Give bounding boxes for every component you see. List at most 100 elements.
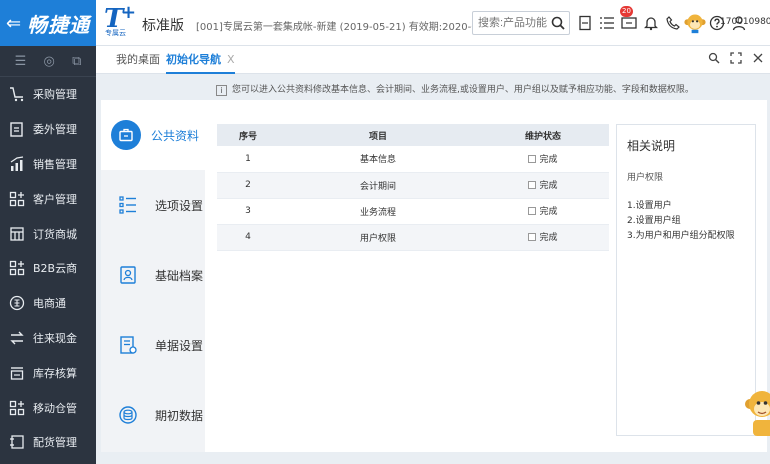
sidebar-item-b2b[interactable]: B2B云商: [0, 251, 96, 286]
notes-subtitle: 用户权限: [627, 173, 664, 183]
nav-opening-data[interactable]: 期初数据: [101, 380, 205, 450]
column-header-status: 维护状态: [477, 124, 609, 146]
status-label: 完成: [539, 207, 558, 218]
status-label: 完成: [539, 155, 558, 165]
briefcase-icon: [111, 120, 141, 150]
setup-table: 序号 项目 维护状态 1 基本信息 完成 2 会计期间 完成 3 业务流程 完成: [217, 124, 609, 251]
bell-icon[interactable]: [640, 12, 662, 34]
search-menu-icon[interactable]: ◎: [44, 54, 55, 69]
brand-name: 畅捷通: [27, 12, 91, 37]
sidebar-item-label: 移动仓管: [33, 401, 77, 415]
row-item-link[interactable]: 基本信息: [279, 146, 477, 173]
assistant-mascot-icon[interactable]: [744, 390, 770, 440]
status-label: 完成: [539, 233, 558, 244]
row-no: 4: [217, 224, 279, 251]
message-icon[interactable]: 20: [618, 6, 640, 34]
status-label: 完成: [539, 181, 558, 192]
status-checkbox[interactable]: [528, 232, 537, 241]
tab-my-desktop[interactable]: 我的桌面: [116, 46, 160, 74]
column-header-item: 项目: [279, 124, 477, 146]
grid-plus-icon: [8, 190, 26, 208]
list-settings-icon: [115, 192, 141, 218]
monkey-assistant-icon[interactable]: [684, 12, 706, 34]
nav-label: 选项设置: [155, 198, 204, 213]
column-header-no: 序号: [217, 124, 279, 146]
related-notes-panel: 相关说明 用户权限 1.设置用户 2.设置用户组 3.为用户和用户组分配权限: [616, 124, 756, 436]
sidebar-item-label: 电商通: [33, 297, 66, 311]
menu-toggle-icon[interactable]: ☰: [15, 54, 27, 69]
notes-line: 1.设置用户: [627, 201, 672, 211]
sidebar-item-customer[interactable]: 客户管理: [0, 181, 96, 216]
phone-icon[interactable]: [662, 12, 684, 34]
fullscreen-icon[interactable]: [730, 52, 742, 67]
checklist-icon[interactable]: [596, 12, 618, 34]
user-phone[interactable]: 17001098058: [720, 17, 770, 27]
row-no: 3: [217, 198, 279, 225]
notes-title: 相关说明: [627, 139, 676, 153]
sidebar-item-distribution[interactable]: 配货管理: [0, 425, 96, 460]
row-no: 1: [217, 146, 279, 173]
sidebar-item-ecommerce[interactable]: 电商通: [0, 286, 96, 321]
sidebar-item-inventory[interactable]: 库存核算: [0, 355, 96, 390]
document-icon[interactable]: [574, 12, 596, 34]
row-item-link[interactable]: 用户权限: [279, 224, 477, 251]
back-icon[interactable]: ⇐: [6, 13, 21, 34]
tab-close-icon[interactable]: X: [227, 53, 235, 66]
brand-bar[interactable]: ⇐ 畅捷通: [0, 0, 96, 46]
row-item-link[interactable]: 会计期间: [279, 172, 477, 199]
nav-base-archive[interactable]: 基础档案: [101, 240, 205, 310]
row-no: 2: [217, 172, 279, 199]
sidebar-tools: ☰ ◎ ⧉: [0, 46, 96, 77]
table-row[interactable]: 2 会计期间 完成: [217, 172, 609, 199]
top-header: ⇐ 畅捷通 T + 专属云 标准版 [001]专属云第一套集成帐-新建 (201…: [0, 0, 770, 46]
exchange-icon: [8, 329, 26, 347]
row-status: 完成: [477, 146, 609, 173]
info-hint: i 您可以进入公共资料修改基本信息、会计期间、业务流程,或设置用户、用户组以及赋予…: [216, 82, 694, 96]
info-text: 您可以进入公共资料修改基本信息、会计期间、业务流程,或设置用户、用户组以及赋予相…: [232, 85, 694, 95]
search-box[interactable]: [472, 11, 570, 35]
table-row[interactable]: 1 基本信息 完成: [217, 146, 609, 173]
product-logo: T + 专属云: [104, 2, 138, 38]
nav-label: 基础档案: [155, 268, 204, 283]
table-row[interactable]: 3 业务流程 完成: [217, 198, 609, 225]
sidebar-item-mobile-warehouse[interactable]: 移动仓管: [0, 390, 96, 425]
status-checkbox[interactable]: [528, 180, 537, 189]
status-checkbox[interactable]: [528, 154, 537, 163]
close-all-icon[interactable]: [752, 52, 764, 67]
sidebar-item-label: 库存核算: [33, 366, 77, 380]
info-icon: i: [216, 85, 227, 96]
notes-line: 3.为用户和用户组分配权限: [627, 231, 735, 241]
profile-card-icon: [115, 262, 141, 288]
sidebar-item-label: 委外管理: [33, 123, 77, 137]
sidebar-item-label: 订货商城: [33, 227, 77, 241]
database-icon: [115, 402, 141, 428]
ecommerce-icon: [8, 294, 26, 312]
store-icon: [8, 225, 26, 243]
edition-label: 标准版: [142, 18, 184, 34]
nav-public-data[interactable]: 公共资料: [101, 100, 205, 170]
table-header-row: 序号 项目 维护状态: [217, 124, 609, 146]
notification-badge: 20: [620, 6, 633, 17]
tab-search-icon[interactable]: [708, 52, 720, 67]
tab-init-guide[interactable]: 初始化导航 X: [166, 46, 235, 74]
sidebar-item-label: 客户管理: [33, 192, 77, 206]
row-item-link[interactable]: 业务流程: [279, 198, 477, 225]
status-checkbox[interactable]: [528, 206, 537, 215]
sidebar-item-cash[interactable]: 往来现金: [0, 321, 96, 356]
sidebar-item-label: 配货管理: [33, 436, 77, 450]
nav-options[interactable]: 选项设置: [101, 170, 205, 240]
nav-label: 公共资料: [151, 128, 200, 143]
sidebar-item-mall[interactable]: 订货商城: [0, 216, 96, 251]
row-status: 完成: [477, 224, 609, 251]
nav-label: 期初数据: [155, 408, 204, 423]
inventory-icon: [8, 364, 26, 382]
search-input[interactable]: [473, 12, 549, 34]
pin-icon[interactable]: ⧉: [72, 54, 81, 69]
search-icon[interactable]: [550, 15, 566, 31]
sidebar-item-purchase[interactable]: 采购管理: [0, 77, 96, 112]
row-status: 完成: [477, 172, 609, 199]
nav-document-settings[interactable]: 单据设置: [101, 310, 205, 380]
sidebar-item-outsource[interactable]: 委外管理: [0, 112, 96, 147]
table-row[interactable]: 4 用户权限 完成: [217, 224, 609, 251]
sidebar-item-sales[interactable]: 销售管理: [0, 147, 96, 182]
